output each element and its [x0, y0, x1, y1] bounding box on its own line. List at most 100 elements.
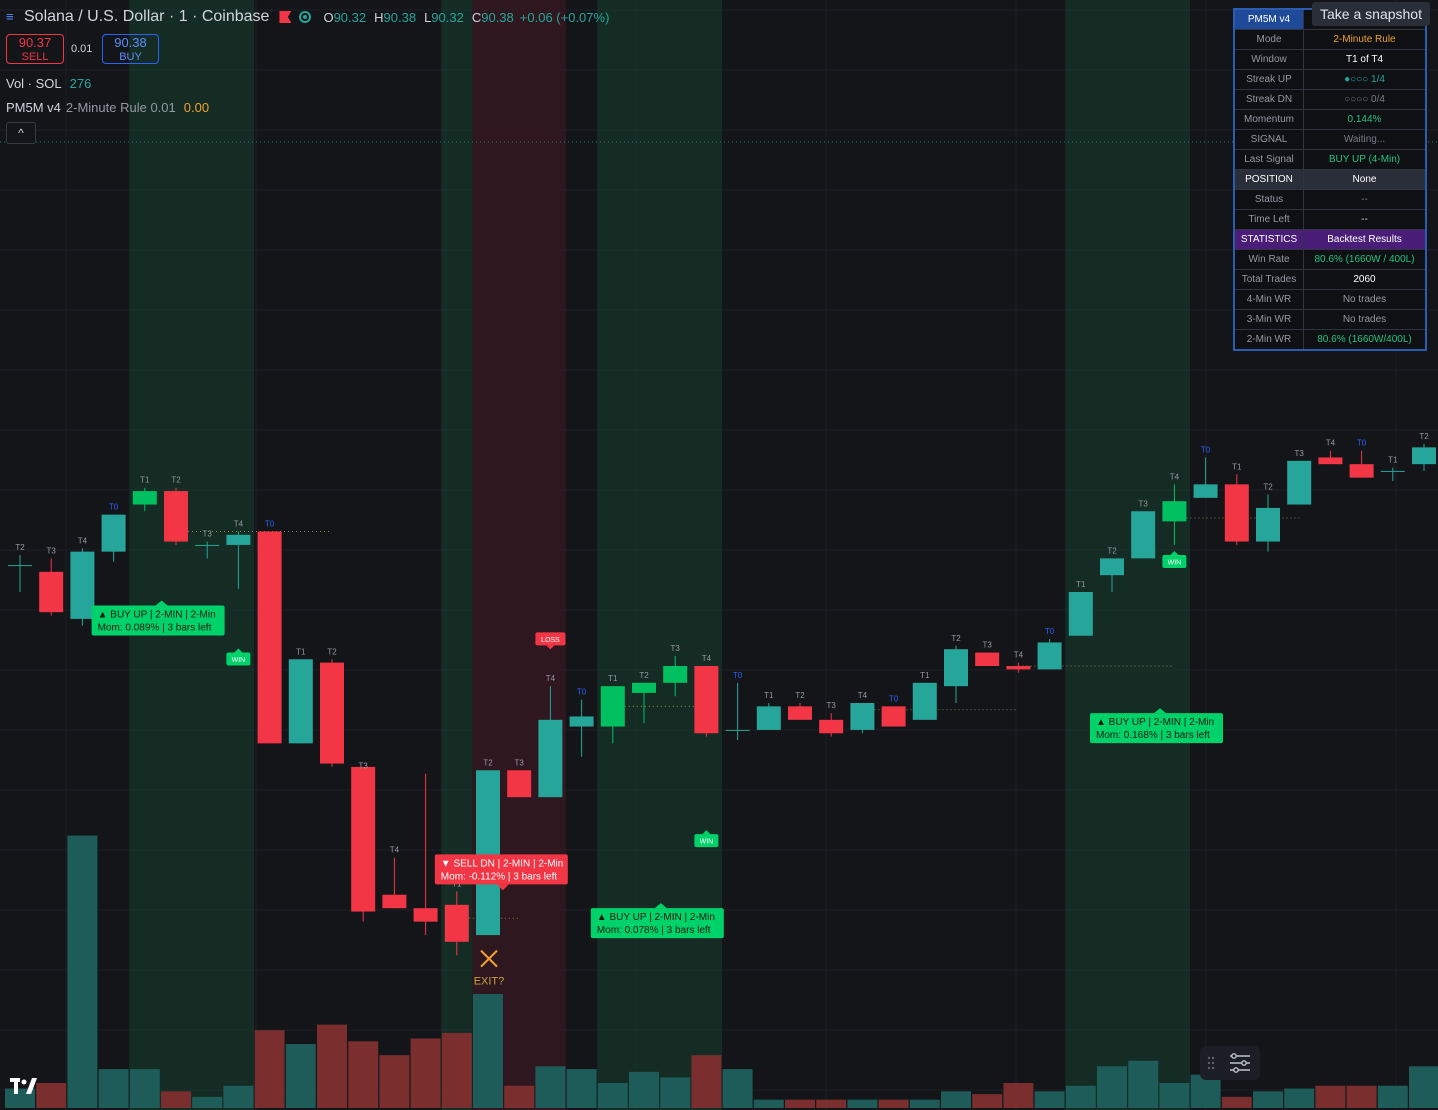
buy-label: BUY — [119, 51, 142, 63]
volume-bar — [785, 1099, 815, 1108]
candle-body — [1380, 470, 1405, 472]
row-label: SIGNAL — [1233, 129, 1304, 150]
volume-bar — [379, 1055, 410, 1108]
chevron-up-icon: ^ — [18, 126, 24, 140]
sell-button[interactable]: 90.37 SELL — [6, 34, 64, 64]
flag-icon[interactable] — [279, 11, 292, 23]
table-row: Total Trades 2060 — [1233, 269, 1427, 290]
volume-bar — [223, 1085, 254, 1108]
chart-settings-button[interactable] — [1200, 1046, 1260, 1080]
bar-phase-label: T1 — [764, 691, 774, 700]
volume-bar — [629, 1071, 659, 1108]
volume-bar — [1034, 1091, 1065, 1108]
ohlc-value-c: 90.38 — [481, 9, 514, 25]
bar-phase-label: T0 — [265, 519, 275, 528]
price-change: +0.06 (+0.07%) — [519, 9, 610, 25]
row-label: Total Trades — [1233, 269, 1304, 290]
bar-phase-label: T0 — [577, 688, 587, 697]
volume-bar — [1065, 1085, 1096, 1108]
volume-bar — [816, 1099, 847, 1108]
row-value: 2-Minute Rule — [1303, 29, 1427, 50]
volume-bar — [504, 1085, 535, 1108]
ohlc-key-h: H — [374, 9, 384, 25]
volume-legend[interactable]: Vol · SOL 276 — [6, 76, 91, 91]
candle-body — [1224, 484, 1249, 542]
volume-bar — [410, 1038, 441, 1108]
candle-body — [413, 908, 438, 922]
table-row: Last Signal BUY UP (4-Min) — [1233, 149, 1427, 170]
grip-icon — [1207, 1053, 1250, 1073]
table-row: 4-Min WR No trades — [1233, 289, 1427, 310]
volume-bar — [1097, 1066, 1127, 1108]
buy-button[interactable]: 90.38 BUY — [102, 34, 159, 64]
bar-phase-label: T3 — [1295, 449, 1305, 458]
row-label: Win Rate — [1233, 249, 1304, 270]
market-status-icon — [299, 11, 312, 23]
candle-body — [70, 551, 95, 619]
row-value: 0.144% — [1303, 109, 1427, 130]
indicator-legend[interactable]: PM5M v4 2-Minute Rule 0.01 0.00 — [6, 100, 209, 115]
price-chart[interactable]: T2 T3 T4 T0 T1 T2 T3 T4 T0 T1 T2 T3 T4 T1 T2 T3 T4 T0 T1 T2… — [0, 0, 1438, 1110]
spread-value: 0.01 — [71, 43, 93, 55]
candle-body — [975, 652, 1000, 666]
row-value: Backtest Results — [1303, 229, 1427, 250]
volume-bar — [1221, 1096, 1252, 1108]
volume-bar — [972, 1094, 1003, 1108]
volume-bar — [660, 1077, 691, 1108]
candle-body — [132, 491, 157, 505]
row-value: -- — [1303, 189, 1427, 210]
symbol-title[interactable]: Solana / U.S. Dollar · 1 · Coinbase — [24, 8, 269, 26]
bar-phase-label: T3 — [359, 762, 369, 771]
ohlc-value-h: 90.38 — [383, 9, 417, 25]
menu-icon[interactable]: ≡ — [6, 10, 16, 24]
volume-bar — [847, 1099, 878, 1108]
row-value: 80.6% (1660W/400L) — [1303, 329, 1427, 351]
bar-phase-label: T4 — [1326, 439, 1336, 448]
signal-momentum-text: Mom: 0.089% | 3 bars left — [98, 622, 212, 633]
volume-bar — [441, 1032, 472, 1108]
row-label: Window — [1233, 49, 1304, 70]
table-row: Win Rate 80.6% (1660W / 400L) — [1233, 249, 1427, 270]
collapse-legend-button[interactable]: ^ — [6, 122, 36, 144]
result-text: WIN — [700, 839, 714, 846]
symbol-legend[interactable]: ≡ Solana / U.S. Dollar · 1 · Coinbase O9… — [6, 8, 609, 26]
candle-body — [476, 770, 500, 936]
row-label: Streak UP — [1233, 69, 1304, 90]
bar-phase-label: T1 — [920, 671, 930, 680]
table-row: Time Left -- — [1233, 209, 1427, 230]
indicator-params: 2-Minute Rule 0.01 — [65, 100, 176, 115]
bar-phase-label: T2 — [639, 671, 649, 680]
candle-body — [819, 719, 844, 734]
volume-bar — [1409, 1066, 1438, 1108]
candle-body — [694, 666, 719, 734]
row-value: ●○○○ 1/4 — [1303, 69, 1427, 90]
bar-phase-label: T4 — [858, 691, 868, 700]
buy-price: 90.38 — [114, 35, 147, 50]
candle-body — [444, 904, 469, 942]
bar-phase-label: T3 — [983, 641, 993, 650]
candle-body — [507, 770, 532, 798]
tradingview-logo-icon[interactable] — [10, 1076, 42, 1102]
bar-phase-label: T1 — [1076, 580, 1086, 589]
signal-momentum-text: Mom: -0.112% | 3 bars left — [441, 871, 558, 882]
volume-bar — [1159, 1082, 1190, 1108]
candle-body — [850, 703, 875, 730]
candle-body — [320, 662, 344, 764]
table-row: SIGNAL Waiting... — [1233, 129, 1427, 150]
volume-bar — [285, 1044, 316, 1108]
volume-bar — [941, 1091, 971, 1108]
bar-phase-label: T2 — [171, 476, 181, 485]
row-label: Mode — [1233, 29, 1304, 50]
volume-bar — [1003, 1082, 1034, 1108]
bar-phase-label: T2 — [483, 758, 493, 767]
bar-phase-label: T0 — [889, 694, 899, 703]
volume-bar — [348, 1041, 379, 1108]
result-text: WIN — [1168, 560, 1182, 567]
candle-body — [912, 682, 937, 720]
candle-body — [632, 682, 656, 693]
candle-body — [164, 491, 188, 542]
row-label: 4-Min WR — [1233, 289, 1304, 310]
volume-bar — [161, 1091, 191, 1108]
row-value: T1 of T4 — [1303, 49, 1427, 70]
bar-phase-label: T3 — [1139, 499, 1149, 508]
